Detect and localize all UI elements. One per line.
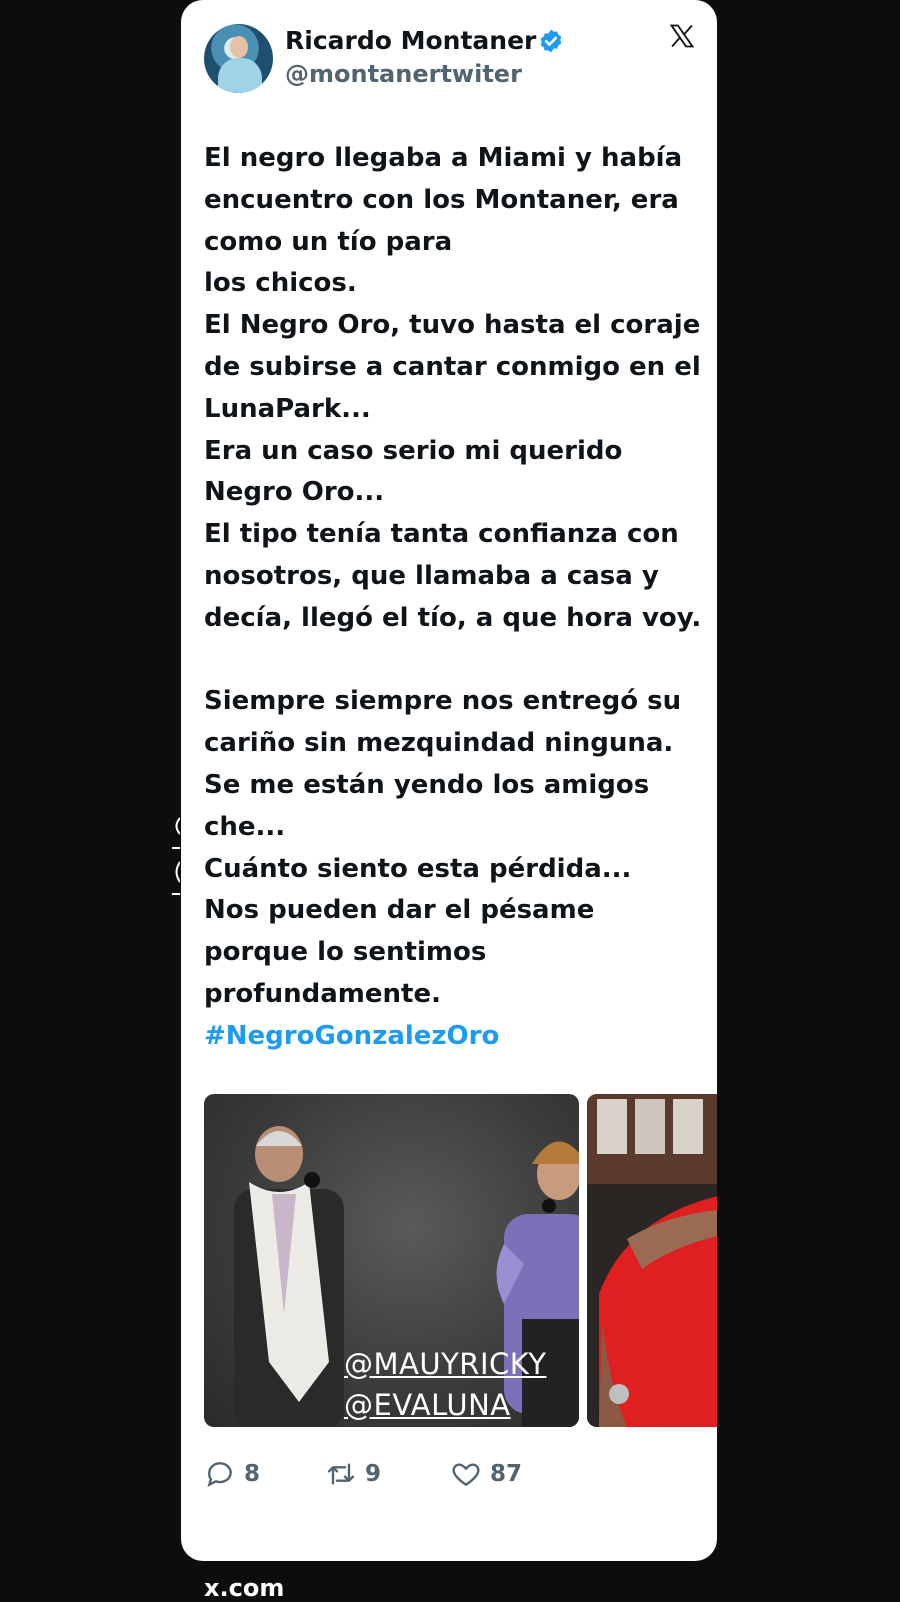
tweet-line: como un tío para (204, 226, 453, 257)
tweet-line: cariño sin mezquindad ninguna. (204, 728, 674, 759)
footer-domain[interactable]: x.com (204, 1574, 284, 1602)
tweet-photo-1[interactable]: @MAUYRICKY @EVALUNA (204, 1094, 579, 1427)
tweet-actions: 8 9 87 (204, 1458, 684, 1498)
reply-icon (207, 1462, 232, 1487)
tweet-line: Negro Oro... (204, 477, 385, 508)
mention-overlay-2[interactable]: @EVALUNA (344, 1388, 511, 1422)
tweet-line: los chicos. (204, 268, 357, 299)
retweet-action[interactable]: 9 (325, 1458, 381, 1490)
tweet-line: El negro llegaba a Miami y había (204, 143, 683, 173)
tweet-line: porque lo sentimos (204, 937, 487, 968)
reply-action[interactable]: 8 (204, 1458, 260, 1490)
tweet-body: El negro llegaba a Miami y había encuent… (204, 138, 709, 1058)
tweet-line: de subirse a cantar conmigo en el (204, 351, 701, 382)
mention-overlay-1[interactable]: @MAUYRICKY (344, 1347, 546, 1381)
tweet-photo-2[interactable] (587, 1094, 717, 1427)
tweet-line: Cuánto siento esta pérdida... (204, 853, 632, 884)
tweet-line: LunaPark... (204, 393, 371, 424)
tweet-line: che... (204, 811, 286, 842)
like-count: 87 (490, 1461, 523, 1487)
tweet-line: nosotros, que llamaba a casa y (204, 560, 659, 591)
tweet-line: Era un caso serio mi querido (204, 435, 623, 466)
photo-2-illustration (587, 1094, 717, 1427)
user-handle[interactable]: @montanertwiter (285, 60, 522, 88)
like-action[interactable]: 87 (450, 1458, 522, 1490)
tweet-line: encuentro con los Montaner, era (204, 184, 679, 215)
tweet-line: Siempre siempre nos entregó su (204, 686, 682, 717)
verified-badge-icon (540, 29, 562, 53)
tweet-line: El tipo tenía tanta confianza con (204, 519, 679, 550)
tweet-line: profundamente. (204, 978, 441, 1009)
x-logo-icon[interactable] (668, 22, 696, 50)
background-edge-artifact (172, 817, 180, 895)
avatar[interactable] (204, 24, 273, 93)
tweet-line: Se me están yendo los amigos (204, 769, 650, 800)
tweet-line: decía, llegó el tío, a que hora voy. (204, 602, 702, 633)
tweet-line: El Negro Oro, tuvo hasta el coraje (204, 310, 701, 341)
heart-icon (452, 1463, 480, 1486)
tweet-card: Ricardo Montaner @montanertwiter El negr… (181, 0, 717, 1561)
retweet-count: 9 (365, 1461, 382, 1487)
tweet-line: Nos pueden dar el pésame (204, 895, 595, 926)
reply-count: 8 (244, 1461, 261, 1487)
hashtag-link[interactable]: #NegroGonzalezOro (204, 1016, 709, 1058)
retweet-icon (327, 1463, 355, 1485)
display-name[interactable]: Ricardo Montaner (285, 26, 536, 55)
